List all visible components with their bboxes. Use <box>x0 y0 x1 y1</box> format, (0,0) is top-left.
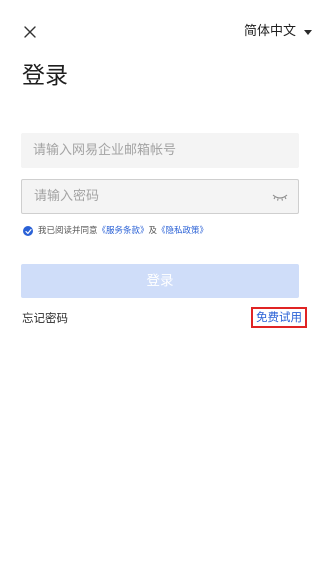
password-input[interactable] <box>22 180 262 213</box>
account-input[interactable] <box>21 133 299 168</box>
login-screen: 简体中文 登录 我已阅读并同意 《服务条款》 及 《隐私政策》 登录 <box>0 0 320 568</box>
page-title: 登录 <box>22 63 68 89</box>
account-field <box>21 133 299 168</box>
language-selector[interactable]: 简体中文 <box>244 23 313 41</box>
check-icon <box>24 228 32 234</box>
forgot-password-link[interactable]: 忘记密码 <box>22 310 68 326</box>
password-field <box>21 179 299 214</box>
close-icon[interactable] <box>21 23 39 41</box>
privacy-policy-link[interactable]: 《隐私政策》 <box>157 225 208 237</box>
caret-down-icon <box>304 29 313 35</box>
free-trial-link[interactable]: 免费试用 <box>251 307 307 328</box>
language-label: 简体中文 <box>244 24 297 39</box>
agreement-conjunction: 及 <box>148 226 158 236</box>
terms-of-service-link[interactable]: 《服务条款》 <box>98 225 149 237</box>
agreement-row: 我已阅读并同意 《服务条款》 及 《隐私政策》 <box>23 225 208 237</box>
agreement-checkbox[interactable] <box>23 226 33 236</box>
login-button[interactable]: 登录 <box>21 264 299 298</box>
eye-closed-icon[interactable] <box>262 180 298 213</box>
agreement-prefix: 我已阅读并同意 <box>38 226 98 236</box>
